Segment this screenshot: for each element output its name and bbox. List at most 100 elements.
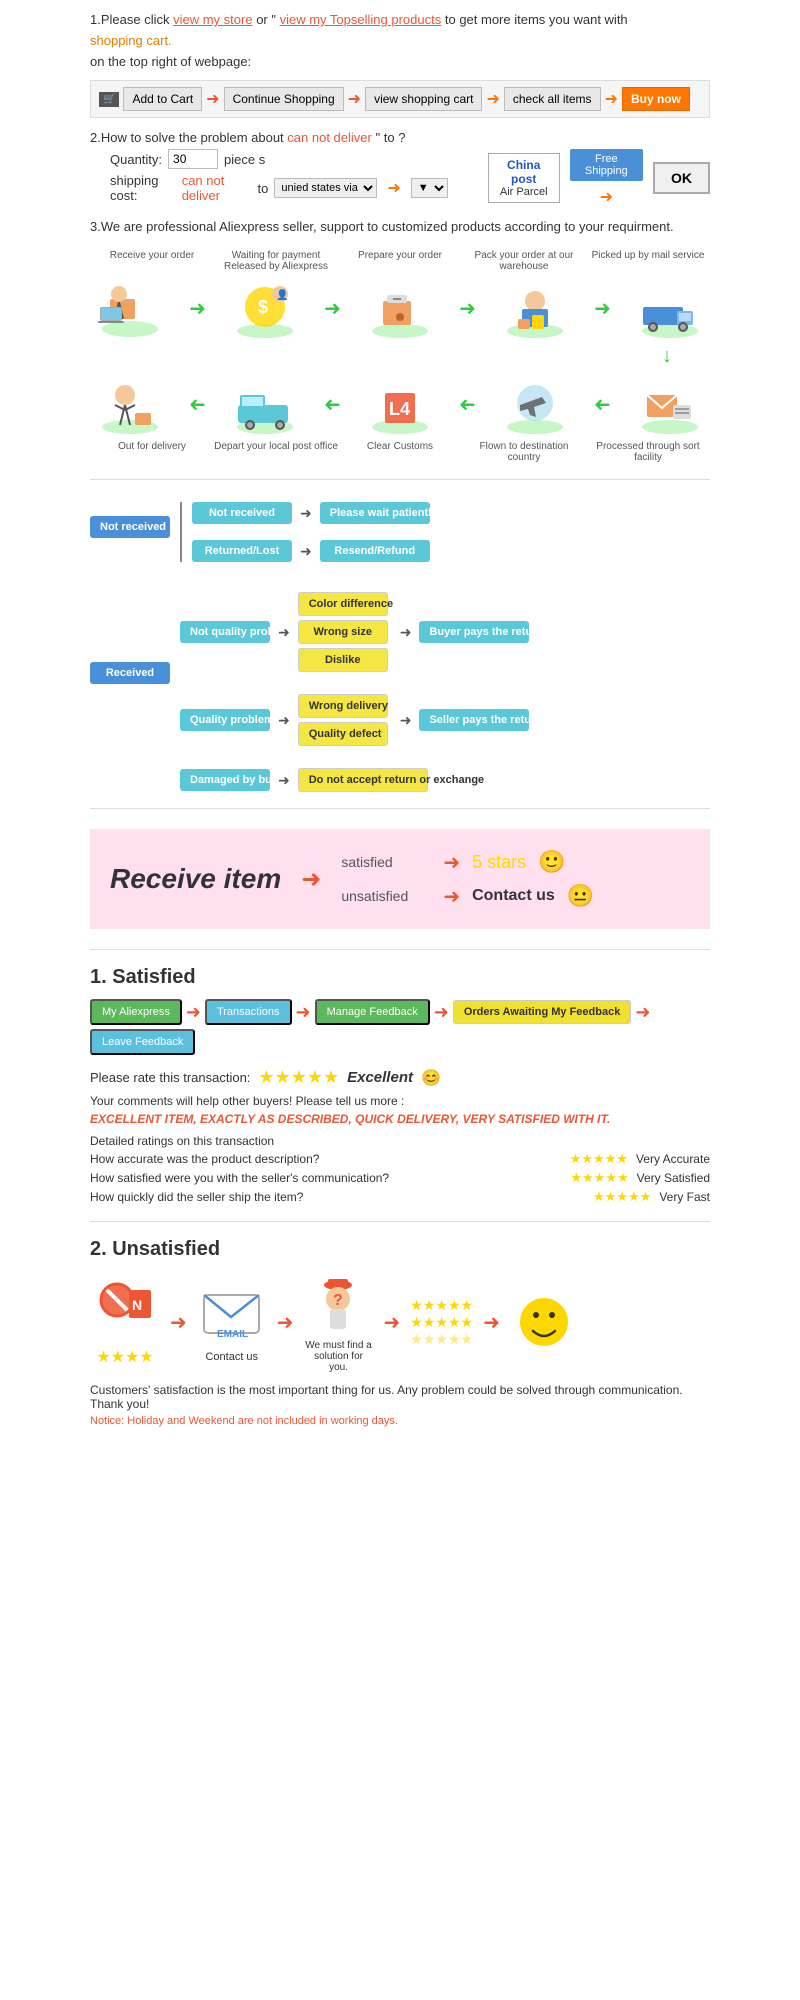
section1-intro: 1.Please click view my store or " view m…	[90, 10, 710, 31]
quantity-input[interactable]	[168, 149, 218, 169]
step-label-8: Flown to destination country	[462, 441, 586, 463]
step-label-9: Processed through sort facility	[586, 441, 710, 463]
process-flow: Receive your order Waiting for payment R…	[90, 250, 710, 463]
svg-text:L4: L4	[389, 399, 410, 419]
receive-section: Receive item ➜ satisfied ➜ 5 stars 🙂 uns…	[90, 829, 710, 929]
fb-step-2[interactable]: Manage Feedback	[315, 999, 430, 1025]
unsat-flow: N ★★★★ ➜ EMAIL Contact us ➜	[90, 1271, 710, 1373]
email-box: EMAIL Contact us	[197, 1282, 267, 1363]
ok-button[interactable]: OK	[653, 162, 710, 194]
arrow-rec1: ➜	[278, 624, 290, 641]
no-sign-icon: N	[90, 1278, 160, 1343]
satisfied-row: satisfied ➜ 5 stars 🙂	[341, 849, 594, 875]
arrow-sat: ➜	[443, 850, 460, 875]
step-label-2: Prepare your order	[338, 250, 462, 272]
feedback-steps: My Aliexpress ➜ Transactions ➜ Manage Fe…	[90, 999, 710, 1055]
rating-row-1: How satisfied were you with the seller's…	[90, 1170, 710, 1186]
arrow-rec3: ➜	[278, 712, 290, 729]
arrow-fb1: ➜	[186, 1002, 201, 1023]
smiley-box	[510, 1290, 580, 1355]
arrow-ship: ➜	[387, 178, 400, 198]
not-received-sub: Not received	[192, 502, 292, 524]
view-cart-btn[interactable]: view shopping cart	[365, 87, 482, 111]
icon-out-delivery	[90, 372, 170, 437]
view-topselling-link[interactable]: view my Topselling products	[280, 12, 442, 27]
unsatisfied-title: 2. Unsatisfied	[90, 1238, 710, 1261]
section-1: 1.Please click view my store or " view m…	[90, 10, 710, 118]
resend-refund-box: Resend/Refund	[320, 540, 430, 562]
unsat-arrow-2: ➜	[277, 1310, 294, 1335]
arrow-rec4: ➜	[400, 712, 412, 729]
svg-text:EMAIL: EMAIL	[217, 1329, 248, 1340]
not-quality-box: Not quality problem	[180, 621, 270, 643]
happy-emoji: 🙂	[538, 849, 565, 875]
arrow-1: ➜	[206, 89, 219, 109]
buyer-pays-box: Buyer pays the return shipping fee	[419, 621, 529, 643]
step-label-1: Waiting for payment Released by Aliexpre…	[214, 250, 338, 272]
wrong-delivery-box: Wrong delivery	[298, 694, 388, 718]
notice-text: Notice: Holiday and Weekend are not incl…	[90, 1415, 710, 1427]
arrow-fb4: ➜	[635, 1002, 650, 1023]
shipping-select[interactable]: unied states via	[274, 178, 377, 198]
icon-payment: $ 👤	[225, 276, 305, 341]
arrow-2: ➜	[348, 89, 361, 109]
proc-arrow-4: ➜	[594, 296, 611, 321]
not-received-main: Not received	[90, 516, 170, 538]
arrow-ok: ➜	[600, 187, 613, 207]
email-icon: EMAIL	[197, 1282, 267, 1347]
excellent-label: Excellent	[347, 1069, 413, 1086]
buy-now-btn[interactable]: Buy now	[622, 87, 690, 111]
rating-stars-2: ★★★★★	[593, 1189, 651, 1205]
question-icon: ?	[304, 1271, 374, 1336]
arrow-fb3: ➜	[434, 1002, 449, 1023]
arrow-rec2: ➜	[400, 624, 412, 641]
icon-post-office	[225, 372, 305, 437]
arrow-3: ➜	[486, 89, 499, 109]
received-main: Received	[90, 662, 170, 684]
proc-arrow-3: ➜	[459, 296, 476, 321]
step-label-7: Clear Customs	[338, 441, 462, 463]
view-store-link[interactable]: view my store	[173, 12, 252, 27]
arrow-rec5: ➜	[278, 772, 290, 789]
quality-defect-box: Quality defect	[298, 722, 388, 746]
customer-text: Customers' satisfaction is the most impo…	[90, 1383, 710, 1411]
unsat-arrow-1: ➜	[170, 1310, 187, 1335]
shipping-row: shipping cost: can not deliver to unied …	[110, 173, 448, 203]
comment-row: Your comments will help other buyers! Pl…	[90, 1094, 710, 1108]
please-wait-box: Please wait patiently	[320, 502, 430, 524]
continue-shopping-btn[interactable]: Continue Shopping	[224, 87, 344, 111]
arrow-4: ➜	[605, 89, 618, 109]
check-all-items-btn[interactable]: check all items	[504, 87, 601, 111]
dislike-box: Dislike	[298, 648, 388, 672]
icon-pack	[495, 276, 575, 341]
detailed-ratings: Detailed ratings on this transaction How…	[90, 1134, 710, 1205]
fb-step-3[interactable]: Orders Awaiting My Feedback	[453, 1000, 632, 1024]
wrong-size-box: Wrong size	[298, 620, 388, 644]
stars-vary-box: ★★★★★ ★★★★★ ★★★★★	[410, 1297, 473, 1348]
arrow-unsat: ➜	[443, 884, 460, 909]
proc-arrow-2: ➜	[324, 296, 341, 321]
unsat-arrow-3: ➜	[384, 1310, 401, 1335]
cart-icon: 🛒	[99, 92, 119, 107]
icon-customs: L4	[360, 372, 440, 437]
free-shipping-badge: Free Shipping	[570, 149, 643, 181]
step-label-3: Pack your order at our warehouse	[462, 250, 586, 272]
shipping-select2[interactable]: ▼	[411, 178, 448, 198]
satisfied-section: 1. Satisfied My Aliexpress ➜ Transaction…	[90, 966, 710, 1205]
proc-arrow-7: ➜	[459, 392, 476, 417]
fb-step-4[interactable]: Leave Feedback	[90, 1029, 195, 1055]
proc-arrow-6: ➜	[324, 392, 341, 417]
fb-step-0[interactable]: My Aliexpress	[90, 999, 182, 1025]
rating-row-2: How quickly did the seller ship the item…	[90, 1189, 710, 1205]
neutral-emoji: 😐	[567, 883, 594, 909]
icon-pickup	[630, 276, 710, 341]
question-box: ? We must find a solution for you.	[304, 1271, 374, 1373]
proc-arrow-1: ➜	[189, 296, 206, 321]
fb-step-1[interactable]: Transactions	[205, 999, 292, 1025]
svg-text:N: N	[132, 1297, 142, 1313]
add-to-cart-btn[interactable]: Add to Cart	[123, 87, 202, 111]
satisfied-title: 1. Satisfied	[90, 966, 710, 989]
excellent-emoji: 😊	[421, 1068, 441, 1088]
seller-pays-box: Seller pays the return shipping fee	[419, 709, 529, 731]
returned-lost-box: Returned/Lost	[192, 540, 292, 562]
